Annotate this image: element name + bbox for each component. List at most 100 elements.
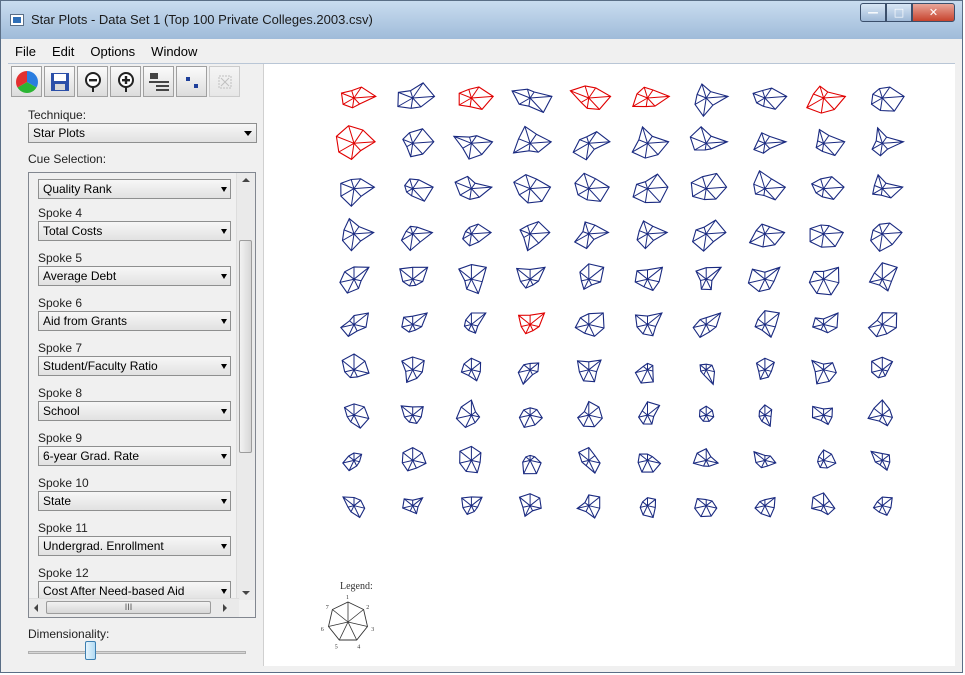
scroll-down-icon[interactable] xyxy=(242,591,250,595)
title-bar[interactable]: Star Plots - Data Set 1 (Top 100 Private… xyxy=(1,1,962,39)
star-glyph[interactable] xyxy=(452,135,494,160)
star-glyph[interactable] xyxy=(689,126,729,151)
zoom-out-button[interactable] xyxy=(77,66,108,97)
star-glyph[interactable] xyxy=(871,126,905,157)
star-glyph[interactable] xyxy=(399,266,429,287)
star-glyph[interactable] xyxy=(872,173,904,199)
scroll-right-icon[interactable] xyxy=(223,604,227,612)
star-glyph[interactable] xyxy=(401,446,427,472)
star-glyph[interactable] xyxy=(691,219,727,252)
star-glyph[interactable] xyxy=(574,172,610,202)
star-glyph[interactable] xyxy=(867,399,894,427)
star-glyph[interactable] xyxy=(809,224,845,248)
star-glyph[interactable] xyxy=(632,173,669,204)
star-glyph[interactable] xyxy=(458,86,495,111)
scroll-left-icon[interactable] xyxy=(34,604,38,612)
spoke-select[interactable]: Average Debt xyxy=(38,266,231,286)
star-glyph[interactable] xyxy=(339,266,370,294)
star-glyph[interactable] xyxy=(808,266,840,296)
star-glyph[interactable] xyxy=(341,353,370,379)
star-glyph[interactable] xyxy=(454,175,494,200)
close-button[interactable]: ✕ xyxy=(912,3,955,22)
star-glyph[interactable] xyxy=(694,498,718,518)
scatter-button[interactable] xyxy=(176,66,207,97)
star-glyph[interactable] xyxy=(636,220,669,250)
star-glyph[interactable] xyxy=(342,496,366,519)
star-glyph[interactable] xyxy=(747,266,781,293)
minimize-button[interactable]: — xyxy=(860,3,886,22)
star-glyph[interactable] xyxy=(755,357,775,380)
star-glyph[interactable] xyxy=(692,312,722,339)
star-glyph[interactable] xyxy=(870,450,891,472)
star-glyph[interactable] xyxy=(754,310,781,339)
scroll-up-icon[interactable] xyxy=(242,178,250,182)
star-glyph[interactable] xyxy=(871,356,894,379)
dimensionality-slider-thumb[interactable] xyxy=(85,641,96,660)
star-glyph[interactable] xyxy=(753,450,777,469)
menu-window[interactable]: Window xyxy=(144,44,206,59)
star-glyph[interactable] xyxy=(400,405,424,425)
save-button[interactable] xyxy=(44,66,75,97)
star-glyph[interactable] xyxy=(692,447,720,467)
star-glyph[interactable] xyxy=(811,359,837,385)
star-glyph[interactable] xyxy=(519,220,551,252)
star-glyph[interactable] xyxy=(517,312,546,335)
star-glyph[interactable] xyxy=(867,312,898,338)
star-glyph[interactable] xyxy=(341,217,375,252)
star-glyph[interactable] xyxy=(748,223,786,248)
menu-file[interactable]: File xyxy=(8,44,45,59)
spoke-select[interactable]: Total Costs xyxy=(38,221,231,241)
star-glyph[interactable] xyxy=(634,362,654,384)
star-glyph[interactable] xyxy=(574,312,605,337)
menu-edit[interactable]: Edit xyxy=(45,44,83,59)
star-glyph[interactable] xyxy=(637,453,662,473)
star-glyph[interactable] xyxy=(460,357,482,382)
star-glyph[interactable] xyxy=(870,222,903,252)
star-glyph[interactable] xyxy=(754,496,776,518)
grid-button[interactable] xyxy=(209,66,240,97)
star-glyph[interactable] xyxy=(572,131,611,161)
star-glyph[interactable] xyxy=(518,493,542,518)
star-glyph[interactable] xyxy=(634,266,664,292)
cue-select-spoke-3[interactable]: Quality Rank xyxy=(38,179,231,199)
star-glyph[interactable] xyxy=(459,445,482,474)
star-glyph[interactable] xyxy=(690,172,728,201)
star-glyph[interactable] xyxy=(462,223,493,247)
spoke-select[interactable]: State xyxy=(38,491,231,511)
star-glyph[interactable] xyxy=(463,312,487,334)
star-glyph[interactable] xyxy=(513,173,552,204)
star-glyph[interactable] xyxy=(576,359,602,383)
star-glyph[interactable] xyxy=(694,83,730,118)
star-glyph[interactable] xyxy=(632,86,671,108)
star-glyph[interactable] xyxy=(806,85,847,114)
star-glyph[interactable] xyxy=(404,178,434,202)
star-glyph[interactable] xyxy=(461,496,483,516)
star-glyph[interactable] xyxy=(569,85,612,110)
star-glyph[interactable] xyxy=(518,407,544,429)
star-glyph[interactable] xyxy=(401,312,428,333)
star-glyph[interactable] xyxy=(637,401,661,425)
star-glyph[interactable] xyxy=(400,225,434,252)
star-glyph[interactable] xyxy=(753,169,787,201)
star-glyph[interactable] xyxy=(401,356,425,384)
star-glyph[interactable] xyxy=(522,454,542,475)
star-glyph[interactable] xyxy=(515,266,546,289)
spoke-select[interactable]: 6-year Grad. Rate xyxy=(38,446,231,466)
star-glyph[interactable] xyxy=(573,221,610,250)
star-glyph[interactable] xyxy=(335,125,376,161)
star-glyph[interactable] xyxy=(340,178,376,207)
star-glyph[interactable] xyxy=(811,405,833,426)
star-glyph[interactable] xyxy=(458,264,487,295)
star-glyph[interactable] xyxy=(402,496,424,515)
star-glyph[interactable] xyxy=(576,494,601,519)
star-glyph[interactable] xyxy=(579,263,605,291)
layout-button[interactable] xyxy=(143,66,174,97)
star-glyph[interactable] xyxy=(340,86,377,109)
star-glyph[interactable] xyxy=(817,449,837,469)
spoke-select[interactable]: Aid from Grants xyxy=(38,311,231,331)
menu-options[interactable]: Options xyxy=(83,44,144,59)
star-glyph[interactable] xyxy=(634,312,663,337)
star-glyph[interactable] xyxy=(340,312,370,338)
star-glyph[interactable] xyxy=(811,492,836,516)
star-glyph[interactable] xyxy=(752,87,788,110)
